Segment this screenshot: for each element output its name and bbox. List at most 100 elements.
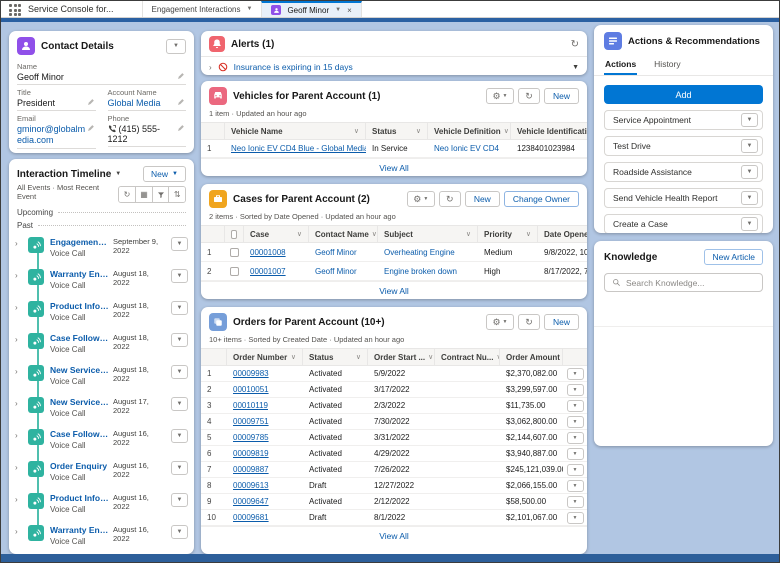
view-all-link[interactable]: View All	[201, 281, 587, 299]
column-header-vehicle-definition[interactable]: Vehicle Definition ∨	[428, 123, 511, 140]
timeline-section-upcoming[interactable]: Upcoming	[9, 206, 194, 219]
order-number-link[interactable]: 00009681	[233, 513, 269, 522]
chevron-down-icon[interactable]: ▼	[741, 165, 758, 179]
timeline-item-title[interactable]: EngagementInterac...	[50, 237, 109, 247]
expand-chevron-icon[interactable]: ›	[15, 367, 24, 376]
tab-geoff-minor[interactable]: Geoff Minor ▼ ×	[261, 1, 362, 17]
edit-icon[interactable]	[177, 98, 186, 108]
timeline-item-title[interactable]: New Service Request	[50, 397, 109, 407]
refresh-button[interactable]: ↻	[517, 314, 540, 330]
edit-icon[interactable]	[177, 72, 186, 82]
vehicles-new-button[interactable]: New	[543, 88, 579, 104]
timeline-item-title[interactable]: Product Information	[50, 493, 109, 503]
column-header-status[interactable]: Status ∨	[303, 349, 368, 366]
action-item[interactable]: Create a Case ▼	[604, 214, 763, 233]
row-actions-button[interactable]: ▼	[171, 237, 188, 251]
column-header-case[interactable]: Case ∨	[244, 226, 309, 243]
chevron-down-icon[interactable]: ▼	[115, 171, 121, 177]
column-header-priority[interactable]: Priority ∨	[478, 226, 538, 243]
column-header-date-opened[interactable]: Date Opened↓	[538, 226, 587, 243]
column-header-order-number[interactable]: Order Number ∨	[227, 349, 303, 366]
row-actions-button[interactable]: ▼	[566, 479, 584, 492]
column-header-order-amount[interactable]: Order Amount∨	[500, 349, 563, 366]
close-icon[interactable]: ×	[347, 6, 352, 15]
row-actions-button[interactable]: ▼	[566, 447, 584, 460]
order-number-link[interactable]: 00009785	[233, 433, 269, 442]
action-item[interactable]: Send Vehicle Health Report ▼	[604, 188, 763, 208]
email-link[interactable]: gminor@globalmedia.com	[17, 124, 87, 146]
tab-engagement-interactions[interactable]: Engagement Interactions ▼	[141, 1, 262, 17]
order-number-link[interactable]: 00010051	[233, 385, 269, 394]
order-number-link[interactable]: 00009613	[233, 481, 269, 490]
alert-text-link[interactable]: Insurance is expiring in 15 days	[234, 62, 353, 72]
app-launcher-icon[interactable]	[9, 4, 21, 16]
row-actions-button[interactable]: ▼	[171, 269, 188, 283]
tab-actions[interactable]: Actions	[604, 56, 638, 75]
order-number-link[interactable]: 00009887	[233, 465, 269, 474]
chevron-down-icon[interactable]: ▼	[247, 6, 253, 12]
expand-chevron-icon[interactable]: ›	[15, 271, 24, 280]
expand-chevron-icon[interactable]: ›	[15, 303, 24, 312]
row-actions-button[interactable]: ▼	[566, 399, 584, 412]
new-article-button[interactable]: New Article	[704, 249, 763, 265]
row-actions-button[interactable]: ▼	[566, 463, 584, 476]
expand-chevron-icon[interactable]: ›	[15, 495, 24, 504]
edit-icon[interactable]	[87, 98, 96, 108]
chevron-down-icon[interactable]: ▼	[335, 7, 341, 13]
action-item[interactable]: Service Appointment ▼	[604, 110, 763, 130]
refresh-icon[interactable]: ↻	[571, 39, 579, 50]
chevron-down-icon[interactable]: ▼	[741, 191, 758, 205]
column-header-vehicle-identification[interactable]: Vehicle Identification	[511, 123, 587, 140]
row-actions-button[interactable]: ▼	[171, 525, 188, 539]
sort-icon[interactable]: ⇅	[168, 187, 185, 202]
order-number-link[interactable]: 00009647	[233, 497, 269, 506]
add-button[interactable]: Add	[604, 85, 763, 104]
list-settings-button[interactable]: ⚙ ▼	[485, 88, 514, 104]
case-subject-link[interactable]: Engine broken down	[384, 267, 457, 276]
edit-icon[interactable]	[87, 124, 96, 134]
order-number-link[interactable]: 00009819	[233, 449, 269, 458]
row-checkbox[interactable]	[230, 247, 239, 257]
timeline-item-title[interactable]: Case Follow-up	[50, 333, 109, 343]
row-actions-button[interactable]: ▼	[566, 431, 584, 444]
case-contact-link[interactable]: Geoff Minor	[315, 267, 357, 276]
column-header-vehicle-name[interactable]: Vehicle Name ∨	[225, 123, 366, 140]
select-all-checkbox[interactable]	[225, 226, 244, 243]
refresh-button[interactable]: ↻	[517, 88, 540, 104]
expand-chevron-icon[interactable]: ›	[15, 463, 24, 472]
action-item[interactable]: Roadside Assistance ▼	[604, 162, 763, 182]
chevron-down-icon[interactable]: ▼	[572, 64, 579, 71]
column-header-order-start[interactable]: Order Start ... ∨	[368, 349, 435, 366]
vehicle-name-link[interactable]: Neo Ionic EV CD4 Blue - Global Media	[231, 144, 366, 153]
orders-new-button[interactable]: New	[543, 314, 579, 330]
column-header-contract-number[interactable]: Contract Nu...∨	[435, 349, 500, 366]
calendar-grid-icon[interactable]: ▦	[135, 187, 152, 202]
case-number-link[interactable]: 00001007	[250, 267, 286, 276]
expand-chevron-icon[interactable]: ›	[15, 431, 24, 440]
timeline-item-title[interactable]: New Service Request	[50, 365, 109, 375]
timeline-item-title[interactable]: Product Information	[50, 301, 109, 311]
tab-history[interactable]: History	[653, 56, 681, 75]
expand-chevron-icon[interactable]: ›	[15, 527, 24, 536]
view-all-link[interactable]: View All	[201, 158, 587, 176]
row-actions-button[interactable]: ▼	[566, 511, 584, 524]
refresh-button[interactable]: ↻	[438, 191, 461, 207]
expand-chevron-icon[interactable]: ›	[15, 239, 24, 248]
column-header-contact-name[interactable]: Contact Name ∨	[309, 226, 378, 243]
edit-icon[interactable]	[177, 124, 186, 134]
row-actions-button[interactable]: ▼	[171, 301, 188, 315]
action-item[interactable]: Test Drive ▼	[604, 136, 763, 156]
chevron-down-icon[interactable]: ▼	[741, 139, 758, 153]
change-owner-button[interactable]: Change Owner	[503, 191, 579, 207]
column-header-status[interactable]: Status ∨	[366, 123, 428, 140]
expand-chevron-icon[interactable]: ›	[15, 399, 24, 408]
timeline-item-title[interactable]: Warranty Enquiry	[50, 525, 109, 535]
row-actions-button[interactable]: ▼	[171, 333, 188, 347]
account-link[interactable]: Global Media	[108, 98, 161, 108]
case-contact-link[interactable]: Geoff Minor	[315, 248, 357, 257]
timeline-item-title[interactable]: Order Enquiry	[50, 461, 109, 471]
cases-new-button[interactable]: New	[464, 191, 500, 207]
timeline-item-title[interactable]: Case Follow-up	[50, 429, 109, 439]
expand-chevron-icon[interactable]: ›	[15, 335, 24, 344]
row-actions-button[interactable]: ▼	[171, 461, 188, 475]
